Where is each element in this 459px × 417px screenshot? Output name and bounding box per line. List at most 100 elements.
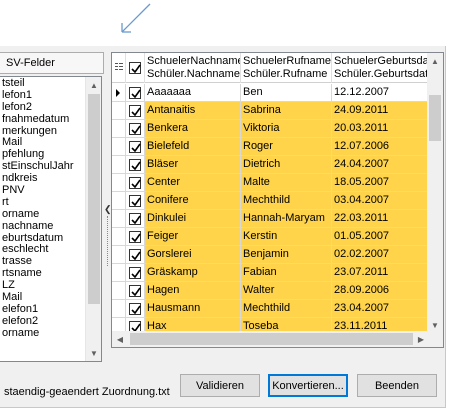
data-grid[interactable]: SchuelerNachname Schüler.Nachname Schuel… <box>111 52 444 348</box>
cell-nachname[interactable]: Gräskamp <box>145 264 241 281</box>
grid-horizontal-scrollbar[interactable]: ◀ ▶ <box>112 331 429 347</box>
cell-nachname[interactable]: Antanaitis <box>145 102 241 119</box>
row-checkbox-cell[interactable] <box>126 174 145 191</box>
field-list-item[interactable]: fnahmedatum <box>0 114 84 126</box>
table-row[interactable]: Hagen Walter 28.09.2006 <box>112 282 443 300</box>
row-checkbox-cell[interactable] <box>126 156 145 173</box>
cell-nachname[interactable]: Bielefeld <box>145 138 241 155</box>
table-row[interactable]: Bielefeld Roger 12.07.2006 <box>112 138 443 156</box>
cell-geburtsdatum[interactable]: 12.12.2007 <box>332 84 428 101</box>
field-list-item[interactable]: PNV <box>0 185 84 197</box>
row-header[interactable] <box>112 102 126 119</box>
select-all-icon[interactable] <box>115 63 123 71</box>
cell-nachname[interactable]: Dinkulei <box>145 210 241 227</box>
field-list-item[interactable]: nachname <box>0 221 84 233</box>
grid-vertical-scrollbar[interactable]: ▲ ▼ <box>427 53 443 333</box>
cell-geburtsdatum[interactable]: 24.04.2007 <box>332 156 428 173</box>
cell-geburtsdatum[interactable]: 28.09.2006 <box>332 282 428 299</box>
cell-rufname[interactable]: Mechthild <box>241 192 332 209</box>
field-list-item[interactable]: lefon1 <box>0 90 84 102</box>
table-row[interactable]: Bläser Dietrich 24.04.2007 <box>112 156 443 174</box>
cell-rufname[interactable]: Kerstin <box>241 228 332 245</box>
cell-geburtsdatum[interactable]: 24.09.2011 <box>332 102 428 119</box>
row-checkbox-cell[interactable] <box>126 282 145 299</box>
cell-geburtsdatum[interactable]: 03.04.2007 <box>332 192 428 209</box>
scroll-thumb[interactable] <box>88 94 100 304</box>
cell-rufname[interactable]: Fabian <box>241 264 332 281</box>
field-list-item[interactable]: trasse <box>0 256 84 268</box>
row-header[interactable] <box>112 156 126 173</box>
cell-rufname[interactable]: Roger <box>241 138 332 155</box>
cell-geburtsdatum[interactable]: 12.07.2006 <box>332 138 428 155</box>
row-header[interactable] <box>112 120 126 137</box>
field-list-item[interactable]: tsteil <box>0 78 84 90</box>
cell-nachname[interactable]: Feiger <box>145 228 241 245</box>
field-list-item[interactable]: elefon1 <box>0 304 84 316</box>
row-checkbox[interactable] <box>129 285 141 297</box>
row-header[interactable] <box>112 282 126 299</box>
table-row[interactable]: Hausmann Mechthild 23.04.2007 <box>112 300 443 318</box>
row-checkbox-cell[interactable] <box>126 192 145 209</box>
cell-nachname[interactable]: Hagen <box>145 282 241 299</box>
row-header[interactable] <box>112 210 126 227</box>
table-row[interactable]: Aaaaaaa Ben 12.12.2007 <box>112 84 443 102</box>
field-list-item[interactable]: rt <box>0 197 84 209</box>
row-header[interactable] <box>112 246 126 263</box>
header-checkbox-cell[interactable] <box>126 53 145 83</box>
cell-rufname[interactable]: Mechthild <box>241 300 332 317</box>
row-checkbox-cell[interactable] <box>126 264 145 281</box>
field-list-item[interactable]: eschlecht <box>0 244 84 256</box>
row-checkbox[interactable] <box>129 303 141 315</box>
cell-rufname[interactable]: Sabrina <box>241 102 332 119</box>
cell-geburtsdatum[interactable]: 01.05.2007 <box>332 228 428 245</box>
cell-geburtsdatum[interactable]: 22.03.2011 <box>332 210 428 227</box>
column-header-rufname[interactable]: SchuelerRufname Schüler.Rufname <box>241 53 332 83</box>
row-checkbox-cell[interactable] <box>126 84 145 101</box>
cell-rufname[interactable]: Dietrich <box>241 156 332 173</box>
field-list-item[interactable]: merkungen <box>0 126 84 138</box>
field-list-item[interactable]: pfehlung <box>0 149 84 161</box>
table-row[interactable]: Gräskamp Fabian 23.07.2011 <box>112 264 443 282</box>
scroll-left-icon[interactable]: ◀ <box>112 331 128 347</box>
field-list-item[interactable]: Mail <box>0 292 84 304</box>
field-list-item[interactable]: orname <box>0 328 84 340</box>
field-list-item[interactable]: Mail <box>0 137 84 149</box>
field-list-item[interactable]: LZ <box>0 280 84 292</box>
cell-rufname[interactable]: Viktoria <box>241 120 332 137</box>
convert-button[interactable]: Konvertieren... <box>268 374 348 397</box>
cell-geburtsdatum[interactable]: 23.07.2011 <box>332 264 428 281</box>
header-checkbox[interactable] <box>129 62 141 74</box>
field-list-item[interactable]: orname <box>0 209 84 221</box>
row-checkbox-cell[interactable] <box>126 102 145 119</box>
row-header[interactable] <box>112 84 126 101</box>
scroll-down-icon[interactable]: ▼ <box>86 345 101 361</box>
cell-nachname[interactable]: Conifere <box>145 192 241 209</box>
table-row[interactable]: Dinkulei Hannah-Maryam 22.03.2011 <box>112 210 443 228</box>
row-header[interactable] <box>112 192 126 209</box>
row-checkbox[interactable] <box>129 159 141 171</box>
row-header[interactable] <box>112 138 126 155</box>
cell-rufname[interactable]: Hannah-Maryam <box>241 210 332 227</box>
cell-geburtsdatum[interactable]: 23.04.2007 <box>332 300 428 317</box>
cell-nachname[interactable]: Benkera <box>145 120 241 137</box>
validate-button[interactable]: Validieren <box>180 374 260 397</box>
table-row[interactable]: Center Malte 18.05.2007 <box>112 174 443 192</box>
row-checkbox[interactable] <box>129 231 141 243</box>
row-checkbox-cell[interactable] <box>126 210 145 227</box>
row-header[interactable] <box>112 174 126 191</box>
cell-geburtsdatum[interactable]: 20.03.2011 <box>332 120 428 137</box>
cell-rufname[interactable]: Benjamin <box>241 246 332 263</box>
field-list-item[interactable]: stEinschulJahr <box>0 161 84 173</box>
panel-splitter[interactable]: ❮ <box>104 146 112 266</box>
cell-rufname[interactable]: Malte <box>241 174 332 191</box>
row-header[interactable] <box>112 300 126 317</box>
row-header-corner[interactable] <box>112 53 126 83</box>
field-list-item[interactable]: rtsname <box>0 268 84 280</box>
scroll-up-icon[interactable]: ▲ <box>86 77 101 93</box>
cell-nachname[interactable]: Aaaaaaa <box>145 84 241 101</box>
row-checkbox[interactable] <box>129 105 141 117</box>
row-checkbox[interactable] <box>129 123 141 135</box>
cell-rufname[interactable]: Ben <box>241 84 332 101</box>
table-row[interactable]: Benkera Viktoria 20.03.2011 <box>112 120 443 138</box>
row-header[interactable] <box>112 228 126 245</box>
